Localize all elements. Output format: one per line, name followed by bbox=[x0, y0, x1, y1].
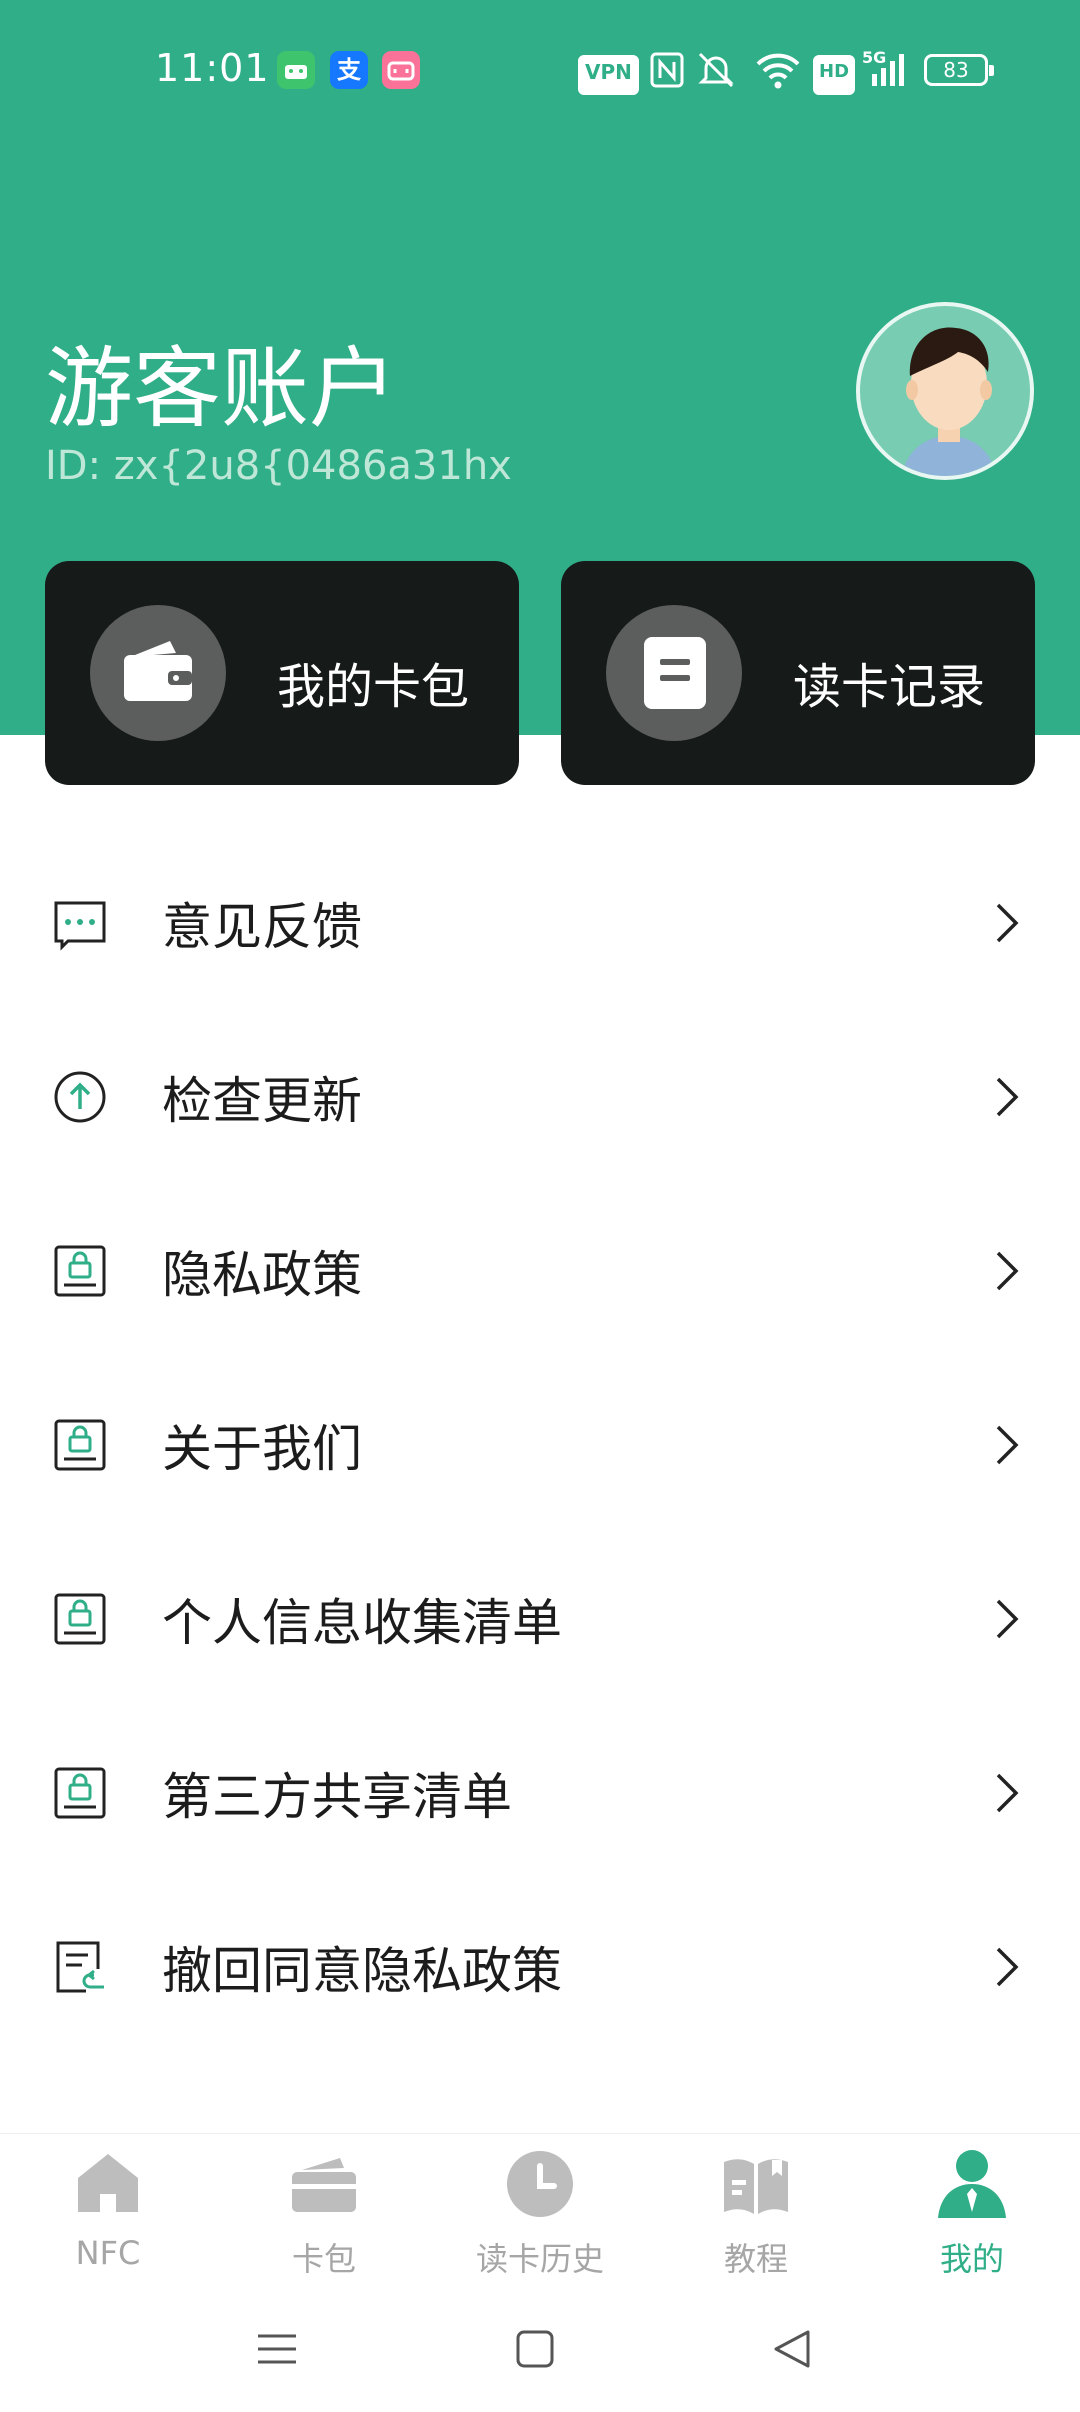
privacy-lock-icon bbox=[54, 1419, 106, 1471]
chevron-right-icon bbox=[996, 903, 1019, 943]
menu-item-revoke-consent[interactable]: 撤回同意隐私政策 bbox=[0, 1880, 1080, 2054]
profile-name: 游客账户 bbox=[45, 337, 398, 440]
menu-label: 个人信息收集清单 bbox=[162, 1594, 562, 1652]
update-icon bbox=[54, 1071, 106, 1123]
wifi-icon bbox=[755, 50, 801, 90]
person-icon bbox=[938, 2150, 1006, 2218]
profile-id[interactable]: ID: zx{2u8{0486a31hx bbox=[45, 443, 512, 489]
bottom-tab-bar: NFC 卡包 读卡历史 教程 我的 bbox=[0, 2133, 1080, 2298]
system-nav-bar bbox=[0, 2298, 1080, 2412]
card-wallet-icon bbox=[292, 2158, 356, 2212]
read-record-label: 读卡记录 bbox=[793, 659, 986, 715]
tab-label: 教程 bbox=[723, 2240, 788, 2278]
tab-tutorial[interactable]: 教程 bbox=[648, 2134, 864, 2299]
menu-item-about-us[interactable]: 关于我们 bbox=[0, 1358, 1080, 1532]
tab-label: NFC bbox=[75, 2234, 141, 2272]
alipay-icon: 支 bbox=[330, 51, 368, 89]
menu-icon[interactable] bbox=[256, 2328, 298, 2370]
avatar[interactable] bbox=[856, 302, 1034, 480]
my-wallet-button[interactable]: 我的卡包 bbox=[45, 561, 519, 785]
chevron-right-icon bbox=[996, 1077, 1019, 1117]
hd-badge: HD bbox=[813, 55, 856, 95]
menu-label: 隐私政策 bbox=[162, 1246, 362, 1304]
bilibili-icon bbox=[382, 51, 420, 89]
home-icon bbox=[78, 2154, 138, 2212]
feedback-icon bbox=[54, 901, 106, 951]
tab-mine[interactable]: 我的 bbox=[864, 2134, 1080, 2299]
tab-wallet[interactable]: 卡包 bbox=[216, 2134, 432, 2299]
menu-item-personal-info-list[interactable]: 个人信息收集清单 bbox=[0, 1532, 1080, 1706]
chevron-right-icon bbox=[996, 1599, 1019, 1639]
privacy-lock-icon bbox=[54, 1593, 106, 1645]
document-icon bbox=[606, 605, 742, 741]
read-record-button[interactable]: 读卡记录 bbox=[561, 561, 1035, 785]
back-icon[interactable] bbox=[772, 2328, 812, 2370]
menu-label: 意见反馈 bbox=[162, 898, 362, 956]
chevron-right-icon bbox=[996, 1425, 1019, 1465]
chevron-right-icon bbox=[996, 1773, 1019, 1813]
tab-label: 我的 bbox=[939, 2240, 1004, 2278]
mute-icon bbox=[694, 50, 738, 90]
chevron-right-icon bbox=[996, 1947, 1019, 1987]
privacy-lock-icon bbox=[54, 1767, 106, 1819]
privacy-lock-icon bbox=[54, 1245, 106, 1297]
status-time: 11:01 bbox=[155, 46, 270, 90]
book-icon bbox=[724, 2159, 788, 2214]
wallet-icon bbox=[90, 605, 226, 741]
tab-label: 读卡历史 bbox=[475, 2240, 604, 2278]
menu-item-check-update[interactable]: 检查更新 bbox=[0, 1010, 1080, 1184]
home-square-icon[interactable] bbox=[515, 2328, 555, 2370]
menu-label: 检查更新 bbox=[162, 1072, 362, 1130]
menu-item-privacy-policy[interactable]: 隐私政策 bbox=[0, 1184, 1080, 1358]
revoke-icon bbox=[56, 1941, 104, 1993]
menu-label: 第三方共享清单 bbox=[162, 1768, 512, 1826]
chevron-right-icon bbox=[996, 1251, 1019, 1291]
nfc-icon bbox=[650, 52, 684, 92]
battery-indicator: 83 bbox=[924, 54, 994, 86]
menu-label: 撤回同意隐私政策 bbox=[162, 1942, 562, 2000]
menu-label: 关于我们 bbox=[162, 1420, 362, 1478]
status-bar: 11:01 支 VPN HD 5G 83 bbox=[0, 0, 1080, 140]
vpn-badge: VPN bbox=[578, 55, 639, 95]
android-app-icon bbox=[277, 51, 315, 89]
tab-nfc[interactable]: NFC bbox=[0, 2134, 216, 2299]
tab-label: 卡包 bbox=[291, 2240, 356, 2278]
tab-read-history[interactable]: 读卡历史 bbox=[432, 2134, 648, 2299]
clock-icon bbox=[507, 2151, 573, 2217]
my-wallet-label: 我的卡包 bbox=[277, 659, 470, 715]
menu-item-feedback[interactable]: 意见反馈 bbox=[0, 836, 1080, 1010]
menu-item-third-party-list[interactable]: 第三方共享清单 bbox=[0, 1706, 1080, 1880]
